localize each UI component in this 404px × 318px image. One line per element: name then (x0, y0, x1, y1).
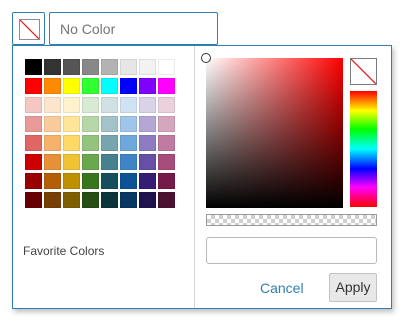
panel-divider (194, 46, 195, 308)
palette-swatch[interactable] (25, 135, 42, 151)
palette-swatch[interactable] (101, 154, 118, 170)
palette-swatch[interactable] (63, 116, 80, 132)
palette-swatch[interactable] (101, 78, 118, 94)
palette-swatch[interactable] (139, 154, 156, 170)
palette-swatch[interactable] (101, 116, 118, 132)
palette-row (25, 154, 177, 170)
palette-swatch[interactable] (139, 59, 156, 75)
palette-swatch[interactable] (158, 78, 175, 94)
no-color-icon (19, 19, 40, 40)
palette-row (25, 59, 177, 75)
palette-row (25, 97, 177, 113)
palette-swatch[interactable] (139, 97, 156, 113)
palette-swatch[interactable] (82, 154, 99, 170)
palette-swatch[interactable] (44, 173, 61, 189)
palette-swatch[interactable] (158, 59, 175, 75)
color-value-input[interactable] (49, 12, 218, 45)
palette-swatch[interactable] (82, 59, 99, 75)
palette-row (25, 116, 177, 132)
palette-swatch[interactable] (63, 78, 80, 94)
palette-swatch[interactable] (101, 135, 118, 151)
palette-swatch[interactable] (82, 97, 99, 113)
palette-swatch[interactable] (101, 59, 118, 75)
palette-swatch[interactable] (25, 59, 42, 75)
favorite-colors-label: Favorite Colors (23, 244, 105, 258)
palette-swatch[interactable] (25, 97, 42, 113)
palette-row (25, 78, 177, 94)
palette-swatch[interactable] (158, 97, 175, 113)
opacity-slider[interactable] (206, 214, 377, 226)
palette-swatch[interactable] (120, 59, 137, 75)
palette-swatch[interactable] (44, 59, 61, 75)
palette-swatch[interactable] (158, 192, 175, 208)
palette-swatch[interactable] (44, 97, 61, 113)
palette-swatch[interactable] (63, 154, 80, 170)
palette-swatch[interactable] (44, 135, 61, 151)
no-color-option[interactable] (350, 58, 377, 85)
palette-swatch[interactable] (82, 135, 99, 151)
palette-swatch[interactable] (101, 173, 118, 189)
palette-swatch[interactable] (139, 173, 156, 189)
palette-swatch[interactable] (82, 78, 99, 94)
palette-swatch[interactable] (63, 59, 80, 75)
no-color-icon (351, 59, 376, 84)
palette-swatch[interactable] (158, 173, 175, 189)
palette-swatch[interactable] (158, 135, 175, 151)
palette-row (25, 135, 177, 151)
palette-swatch[interactable] (63, 192, 80, 208)
palette-swatch[interactable] (25, 116, 42, 132)
palette-swatch[interactable] (120, 173, 137, 189)
palette-swatch[interactable] (120, 97, 137, 113)
palette-swatch[interactable] (158, 116, 175, 132)
color-swatch-button[interactable] (12, 12, 45, 45)
color-palette (25, 59, 177, 211)
palette-swatch[interactable] (44, 154, 61, 170)
palette-swatch[interactable] (25, 173, 42, 189)
palette-swatch[interactable] (139, 78, 156, 94)
gradient-black-layer (206, 58, 343, 208)
saturation-value-area[interactable] (201, 53, 343, 208)
palette-swatch[interactable] (25, 192, 42, 208)
palette-swatch[interactable] (120, 135, 137, 151)
palette-swatch[interactable] (82, 116, 99, 132)
palette-swatch[interactable] (139, 116, 156, 132)
color-picker-popup: Favorite Colors Cancel Apply (12, 45, 392, 309)
palette-swatch[interactable] (44, 78, 61, 94)
cancel-button[interactable]: Cancel (260, 277, 304, 299)
palette-swatch[interactable] (63, 135, 80, 151)
palette-swatch[interactable] (139, 192, 156, 208)
palette-row (25, 173, 177, 189)
palette-swatch[interactable] (63, 97, 80, 113)
palette-swatch[interactable] (139, 135, 156, 151)
palette-swatch[interactable] (25, 154, 42, 170)
palette-swatch[interactable] (63, 173, 80, 189)
palette-swatch[interactable] (120, 116, 137, 132)
palette-swatch[interactable] (44, 192, 61, 208)
hue-slider[interactable] (350, 91, 377, 207)
palette-swatch[interactable] (120, 154, 137, 170)
palette-swatch[interactable] (82, 173, 99, 189)
palette-swatch[interactable] (120, 192, 137, 208)
gradient-handle[interactable] (201, 53, 211, 63)
palette-swatch[interactable] (44, 116, 61, 132)
apply-button[interactable]: Apply (329, 273, 377, 302)
palette-swatch[interactable] (101, 97, 118, 113)
palette-swatch[interactable] (82, 192, 99, 208)
hex-input[interactable] (206, 237, 377, 264)
palette-swatch[interactable] (101, 192, 118, 208)
palette-swatch[interactable] (158, 154, 175, 170)
palette-swatch[interactable] (25, 78, 42, 94)
palette-swatch[interactable] (120, 78, 137, 94)
palette-row (25, 192, 177, 208)
